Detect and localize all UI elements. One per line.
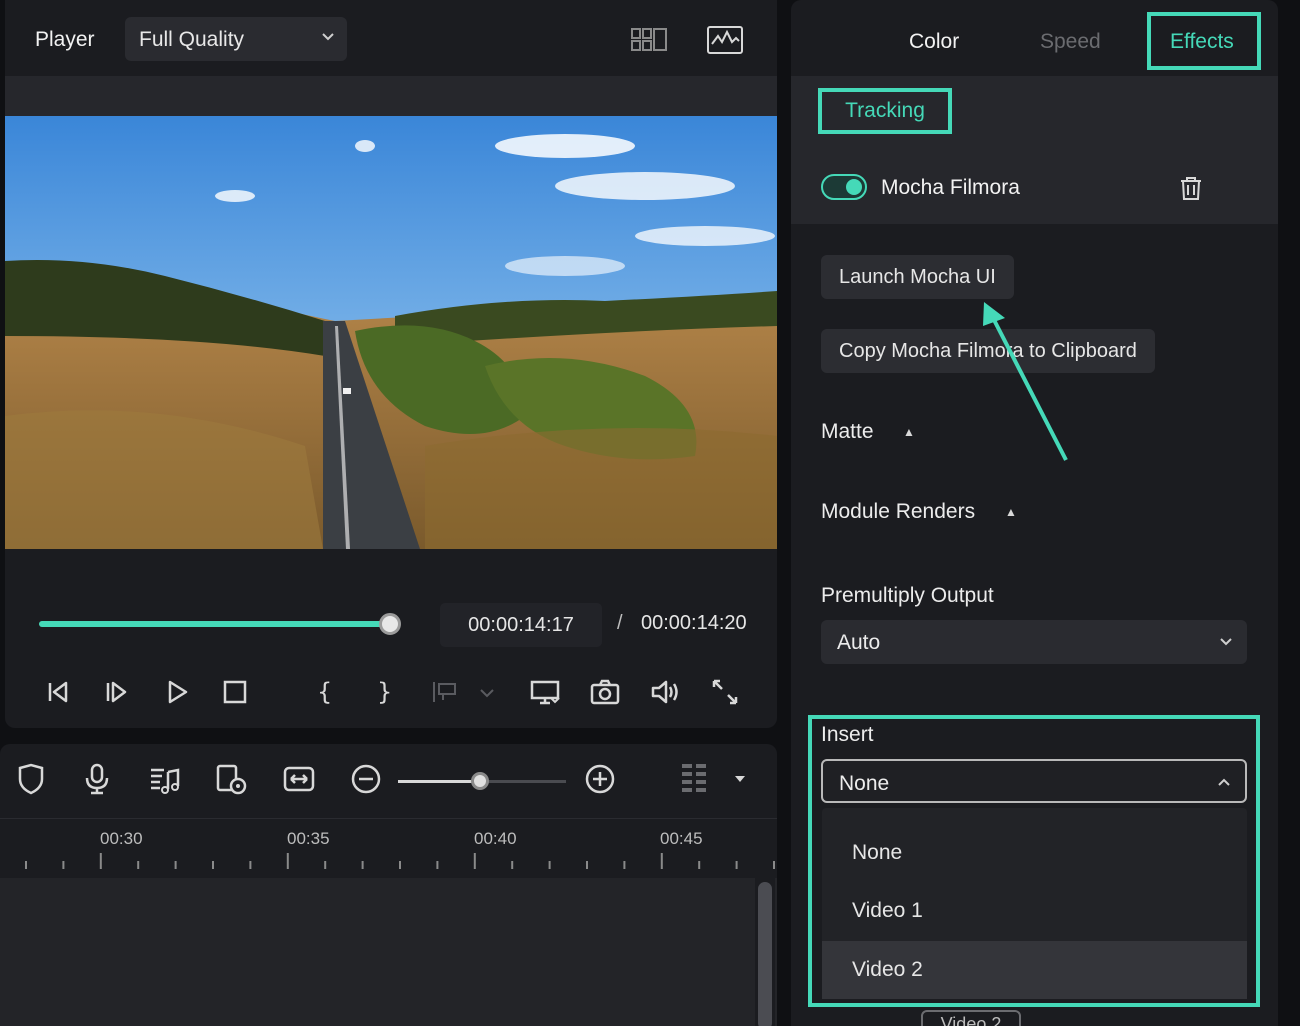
svg-text:{: {	[317, 678, 332, 706]
tab-tracking[interactable]: Tracking	[818, 88, 952, 134]
waveform-image-icon[interactable]	[705, 24, 745, 56]
insert-option-video-1[interactable]: Video 1	[822, 882, 1247, 940]
grip-icon[interactable]	[678, 762, 712, 796]
timeline-zoom-fill	[398, 780, 481, 783]
timeline-zoom-handle[interactable]	[471, 772, 490, 790]
copy-mocha-button[interactable]: Copy Mocha Filmora to Clipboard	[821, 329, 1155, 373]
timeline-scrollbar[interactable]	[755, 878, 775, 1026]
insert-label: Insert	[821, 723, 874, 746]
zoom-out-icon[interactable]	[349, 762, 383, 796]
timeline-track-area[interactable]	[0, 878, 777, 1026]
video-preview[interactable]	[5, 116, 777, 549]
quality-select[interactable]: Full Quality	[125, 17, 347, 61]
mark-in-icon[interactable]: {	[307, 676, 339, 708]
play-icon[interactable]	[161, 676, 193, 708]
insert-option-video-2[interactable]: Video 2	[822, 941, 1247, 999]
time-separator: /	[617, 612, 623, 634]
insert-marker-icon[interactable]	[429, 676, 461, 708]
timeline-toolbar	[0, 744, 777, 818]
clip-replace-icon[interactable]	[214, 762, 248, 796]
timeline-scrollbar-thumb[interactable]	[758, 882, 772, 1026]
ruler-ticks	[25, 853, 775, 869]
premultiply-output-value: Auto	[837, 631, 881, 654]
next-frame-icon[interactable]	[101, 676, 133, 708]
launch-mocha-button[interactable]: Launch Mocha UI	[821, 255, 1014, 299]
prev-frame-icon[interactable]	[41, 676, 73, 708]
effect-name: Mocha Filmora	[881, 176, 1020, 199]
toggle-knob	[846, 179, 862, 195]
matte-section-label[interactable]: Matte	[821, 420, 874, 444]
subtab-bar: Tracking	[791, 76, 1278, 150]
stop-icon[interactable]	[219, 676, 251, 708]
properties-panel: Color Speed Effects Tracking Mocha Filmo…	[791, 0, 1278, 1026]
insert-option-none[interactable]: None	[822, 824, 1247, 882]
player-header: Player Full Quality	[5, 0, 777, 76]
total-time-display: 00:00:14:20	[641, 612, 747, 634]
tab-speed[interactable]: Speed	[1040, 30, 1101, 54]
premultiply-output-select[interactable]: Auto	[821, 620, 1247, 664]
player-panel: Player Full Quality 00:00:14:17 / 00:00:…	[5, 0, 777, 728]
insert-select[interactable]: None	[821, 759, 1247, 803]
chevron-up-icon	[1218, 778, 1230, 786]
display-icon[interactable]	[529, 676, 561, 708]
chevron-down-icon	[1220, 638, 1232, 646]
timeline-ruler[interactable]: 00:30 00:35 00:40 00:45	[0, 818, 777, 878]
playback-progress-bar[interactable]	[39, 613, 402, 635]
svg-text:}: }	[377, 678, 392, 706]
player-title: Player	[35, 28, 95, 51]
volume-icon[interactable]	[649, 676, 681, 708]
grid-view-icon[interactable]	[629, 24, 669, 56]
audio-list-icon[interactable]	[148, 762, 182, 796]
effect-row: Mocha Filmora	[791, 150, 1278, 224]
fullscreen-icon[interactable]	[709, 676, 741, 708]
mark-out-icon[interactable]: }	[367, 676, 399, 708]
snapshot-icon[interactable]	[589, 676, 621, 708]
microphone-icon[interactable]	[80, 762, 114, 796]
effect-enable-toggle[interactable]	[821, 174, 867, 200]
insert-marker-dropdown-icon[interactable]	[477, 676, 497, 708]
video-frame-image	[5, 116, 777, 549]
playback-progress-fill	[39, 621, 391, 627]
insert-select-value: None	[839, 772, 890, 795]
insert-dropdown-menu: None Video 1 Video 2	[822, 808, 1247, 999]
caret-down-icon[interactable]	[730, 762, 750, 796]
timeline-zoom-slider[interactable]	[398, 772, 566, 790]
module-renders-section-label[interactable]: Module Renders	[821, 500, 975, 524]
zoom-in-icon[interactable]	[583, 762, 617, 796]
tab-color[interactable]: Color	[909, 30, 959, 54]
tab-effects[interactable]: Effects	[1170, 30, 1234, 54]
background-dropdown-item: Video 2	[921, 1010, 1021, 1026]
caret-up-icon[interactable]: ▲	[903, 425, 915, 439]
playback-progress-handle[interactable]	[379, 613, 402, 635]
chevron-down-icon	[322, 33, 334, 41]
preview-top-strip	[5, 76, 777, 116]
fit-icon[interactable]	[282, 762, 316, 796]
shield-icon[interactable]	[14, 762, 48, 796]
current-time-display[interactable]: 00:00:14:17	[440, 603, 602, 647]
premultiply-output-label: Premultiply Output	[821, 584, 994, 607]
quality-select-value: Full Quality	[139, 28, 245, 51]
caret-up-icon[interactable]: ▲	[1005, 505, 1017, 519]
trash-icon[interactable]	[1177, 174, 1205, 202]
